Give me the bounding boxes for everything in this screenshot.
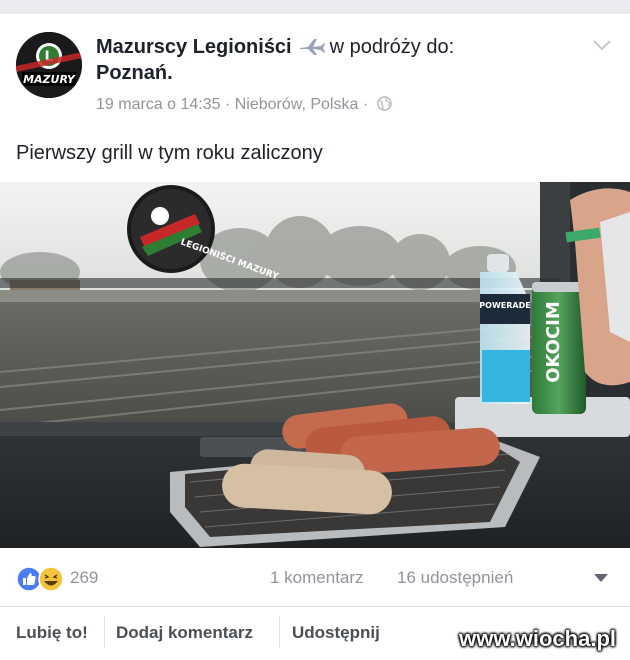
like-icon	[16, 566, 42, 592]
bottle-brand: POWERADE	[479, 301, 530, 310]
chevron-down-icon[interactable]	[592, 38, 612, 52]
watermark: www.wiocha.pl	[459, 626, 616, 651]
author-line: Mazurscy Legioniści w podróży do: Poznań…	[96, 34, 576, 86]
post-location[interactable]: Nieborów, Polska	[235, 96, 359, 113]
post-card: L MAZURY Mazurscy Legioniści w podróży d…	[0, 14, 630, 660]
can-brand: OKOCIM	[543, 301, 564, 383]
reaction-icons[interactable]	[16, 566, 68, 592]
post-text: Pierwszy grill w tym roku zaliczony	[16, 142, 323, 164]
destination-link[interactable]: Poznań	[96, 62, 167, 84]
post-date[interactable]: 19 marca o 14:35	[96, 96, 221, 113]
action-divider	[279, 616, 280, 648]
comments-count[interactable]: 1 komentarz	[270, 568, 364, 588]
post-header: L MAZURY Mazurscy Legioniści w podróży d…	[0, 14, 630, 164]
meta-separator: ·	[220, 96, 235, 113]
meta-separator-2: ·	[358, 96, 373, 113]
avatar[interactable]: L MAZURY	[16, 32, 82, 98]
post-photo[interactable]: LEGIONIŚCI MAZURY POWERADE OKOCIM	[0, 182, 630, 548]
travel-text: w podróży do:	[329, 36, 455, 58]
reactions-bar: 269 1 komentarz 16 udostępnień	[0, 548, 630, 607]
share-button[interactable]: Udostępnij	[292, 606, 380, 660]
author-name[interactable]: Mazurscy Legioniści	[96, 36, 292, 58]
avatar-text: MAZURY	[23, 73, 76, 86]
comment-button[interactable]: Dodaj komentarz	[116, 606, 253, 660]
shares-count[interactable]: 16 udostępnień	[397, 568, 513, 588]
destination-suffix: .	[167, 62, 173, 84]
airplane-icon	[299, 39, 325, 55]
haha-icon	[38, 566, 64, 592]
like-button[interactable]: Lubię to!	[16, 606, 88, 660]
globe-icon	[376, 96, 392, 111]
post-meta: 19 marca o 14:35 · Nieborów, Polska ·	[96, 96, 392, 114]
action-divider	[104, 616, 105, 648]
reactions-count[interactable]: 269	[70, 568, 98, 588]
dropdown-arrow-icon[interactable]	[594, 574, 608, 582]
